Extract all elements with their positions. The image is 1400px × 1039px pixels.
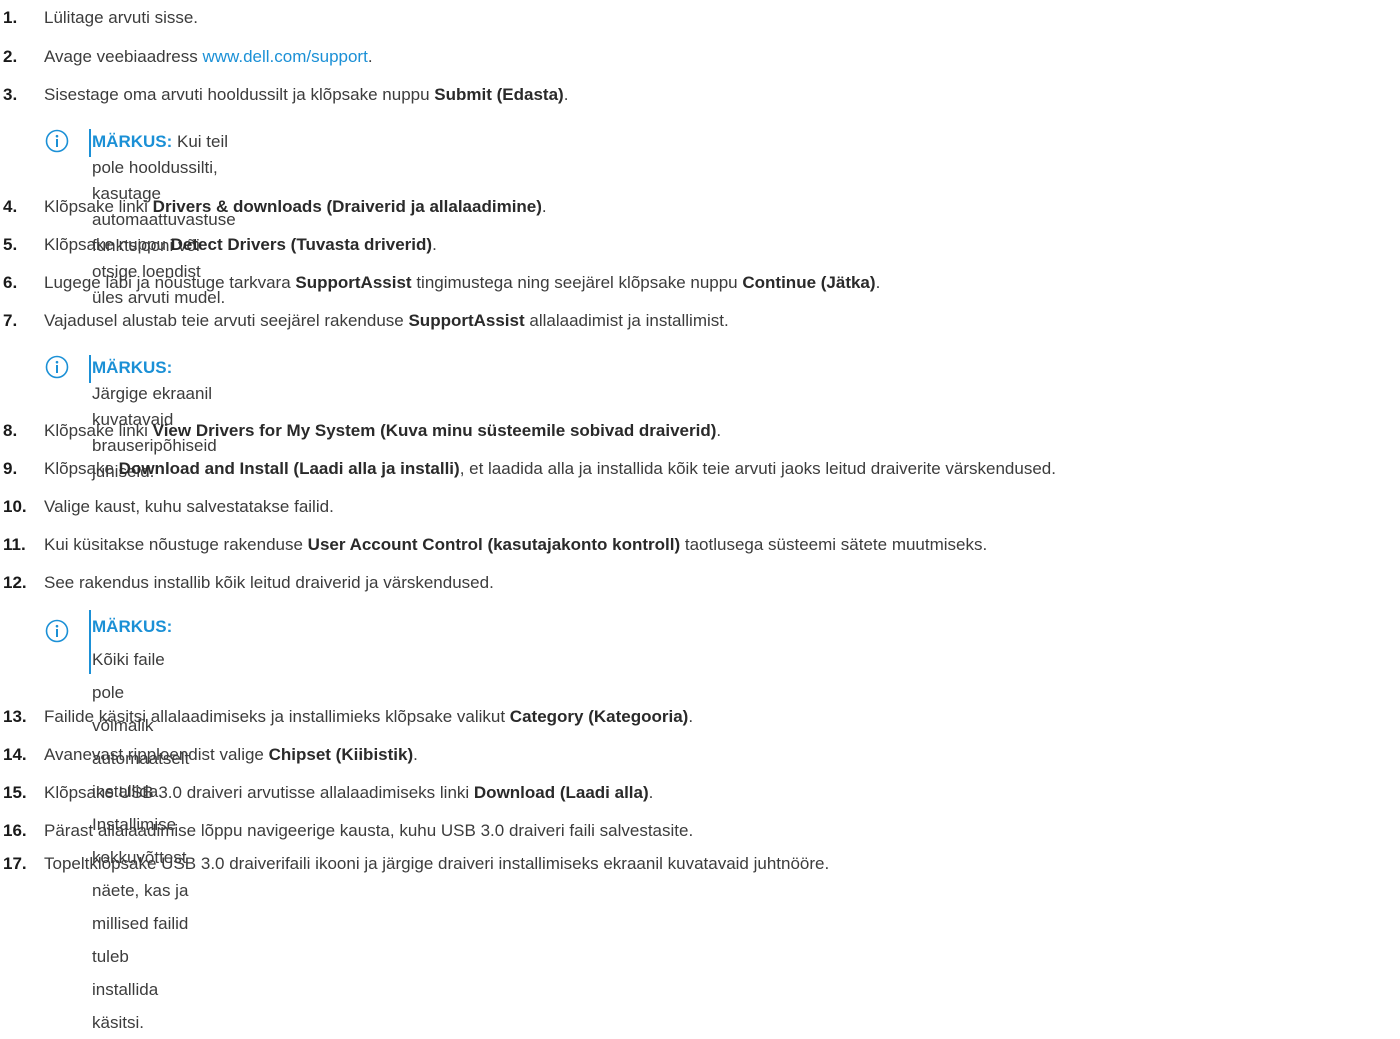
step-text-run: tingimustega ning seejärel klõpsake nupp…: [411, 273, 743, 292]
step-text: Kui küsitakse nõustuge rakenduse User Ac…: [44, 532, 987, 558]
step-text: Vajadusel alustab teie arvuti seejärel r…: [44, 308, 729, 334]
step-text-run: .: [413, 745, 418, 764]
step-number: 1.: [3, 8, 18, 27]
step-text-run: .: [367, 47, 373, 66]
document: 1. Lülitage arvuti sisse. 2. Avage veebiaa…: [0, 0, 1400, 1032]
emphasis-text: Download and Install (Laadi alla ja inst…: [118, 459, 460, 478]
step-number: 16.: [3, 821, 27, 840]
note-bar: [89, 129, 91, 157]
step-number: 5.: [3, 235, 18, 254]
info-icon: [45, 619, 69, 643]
step-text-run: Klõpsake USB 3.0 draiveri arvutisse alla…: [44, 783, 474, 802]
step-number: 2.: [3, 47, 18, 66]
step-text: Pärast allalaadimise lõppu navigeerige k…: [44, 818, 693, 844]
step-number: 6.: [3, 273, 18, 292]
step-text: See rakendus installib kõik leitud draiv…: [44, 570, 494, 596]
step-text-run: Sisestage oma arvuti hooldussilt ja klõp…: [44, 85, 435, 104]
step-text-run: Kui küsitakse nõustuge rakenduse: [44, 535, 308, 554]
step-text-run: .: [875, 273, 881, 292]
note-bar: [89, 355, 91, 383]
step-text: Avanevast ripploendist valige Chipset (K…: [44, 742, 418, 768]
step-text: Klõpsake USB 3.0 draiveri arvutisse alla…: [44, 780, 653, 806]
step-number: 13.: [3, 707, 27, 726]
step-text-run: Failide käsitsi allalaadimiseks ja insta…: [44, 707, 510, 726]
step-text: Klõpsake Download and Install (Laadi all…: [44, 456, 1056, 482]
step-text-run: Klõpsake nuppu: [44, 235, 171, 254]
step-text: Lugege läbi ja nõustuge tarkvara Support…: [44, 270, 880, 296]
step-text-run: .: [563, 85, 569, 104]
step-text-run: .: [716, 421, 722, 440]
step-number: 4.: [3, 197, 18, 216]
step-text: Klõpsake linki View Drivers for My Syste…: [44, 418, 721, 444]
step-text-run: , et laadida alla ja installida kõik tei…: [459, 459, 1056, 478]
step-number: 3.: [3, 85, 18, 104]
emphasis-text: Drivers & downloads (Draiverid ja allala…: [152, 197, 542, 216]
step-text-run: Lugege läbi ja nõustuge tarkvara: [44, 273, 296, 292]
step-text: Klõpsake linki Drivers & downloads (Drai…: [44, 194, 547, 220]
support-link[interactable]: www.dell.com/support: [202, 47, 367, 66]
step-number: 14.: [3, 745, 27, 764]
step-text-run: .: [648, 783, 654, 802]
step-text-run: .: [432, 235, 437, 254]
info-icon: [45, 129, 69, 153]
emphasis-text: Download (Laadi alla): [473, 783, 649, 802]
info-icon: [45, 355, 69, 379]
step-number: 7.: [3, 311, 18, 330]
note-label: MÄRKUS:: [92, 132, 173, 151]
step-text-run: taotlusega süsteemi sätete muutmiseks.: [680, 535, 988, 554]
step-text: Klõpsake nuppu Detect Drivers (Tuvasta d…: [44, 232, 437, 258]
note-label: MÄRKUS:: [92, 617, 173, 636]
step-text-run: allalaadimist ja installimist.: [524, 311, 729, 330]
emphasis-text: SupportAssist: [408, 311, 525, 330]
step-text-run: Vajadusel alustab teie arvuti seejärel r…: [44, 311, 409, 330]
emphasis-text: User Account Control (kasutajakonto kont…: [307, 535, 681, 554]
step-number: 8.: [3, 421, 18, 440]
step-text-run: Valige kaust, kuhu salvestatakse failid.: [44, 497, 334, 516]
emphasis-text: Detect Drivers (Tuvasta driverid): [170, 235, 433, 254]
step-number: 11.: [3, 535, 26, 554]
emphasis-text: SupportAssist: [295, 273, 412, 292]
emphasis-text: Continue (Jätka): [742, 273, 876, 292]
step-text: Sisestage oma arvuti hooldussilt ja klõp…: [44, 82, 568, 108]
step-number: 12.: [3, 573, 27, 592]
step-text-run: .: [541, 197, 547, 216]
emphasis-text: Chipset (Kiibistik): [268, 745, 414, 764]
step-text-run: Klõpsake linki: [44, 197, 153, 216]
step-text: Lülitage arvuti sisse.: [44, 5, 198, 31]
emphasis-text: View Drivers for My System (Kuva minu sü…: [152, 421, 717, 440]
step-text-run: Pärast allalaadimise lõppu navigeerige k…: [44, 821, 694, 840]
step-text-run: Klõpsake: [44, 459, 119, 478]
emphasis-text: Submit (Edasta): [434, 85, 564, 104]
step-text-run: Avage veebiaadress: [44, 47, 203, 66]
step-number: 17.: [3, 854, 27, 873]
step-text-run: Topeltklõpsake USB 3.0 draiverifaili iko…: [44, 854, 830, 873]
step-text-run: .: [688, 707, 694, 726]
emphasis-text: Category (Kategooria): [509, 707, 689, 726]
step-number: 9.: [3, 459, 18, 478]
step-text-run: See rakendus installib kõik leitud draiv…: [44, 573, 494, 592]
note-line: käsitsi.: [92, 1013, 144, 1032]
step-text: Valige kaust, kuhu salvestatakse failid.: [44, 494, 334, 520]
step-text: Failide käsitsi allalaadimiseks ja insta…: [44, 704, 693, 730]
step-number: 10.: [3, 497, 27, 516]
step-text-run: Klõpsake linki: [44, 421, 153, 440]
step-text: Avage veebiaadress www.dell.com/support.: [44, 44, 373, 70]
note-bar: [89, 610, 91, 674]
step-text-run: Lülitage arvuti sisse.: [44, 8, 199, 27]
step-text: Topeltklõpsake USB 3.0 draiverifaili iko…: [44, 851, 829, 877]
step-number: 15.: [3, 783, 27, 802]
step-text-run: Avanevast ripploendist valige: [44, 745, 269, 764]
note-label: MÄRKUS:: [92, 358, 173, 377]
